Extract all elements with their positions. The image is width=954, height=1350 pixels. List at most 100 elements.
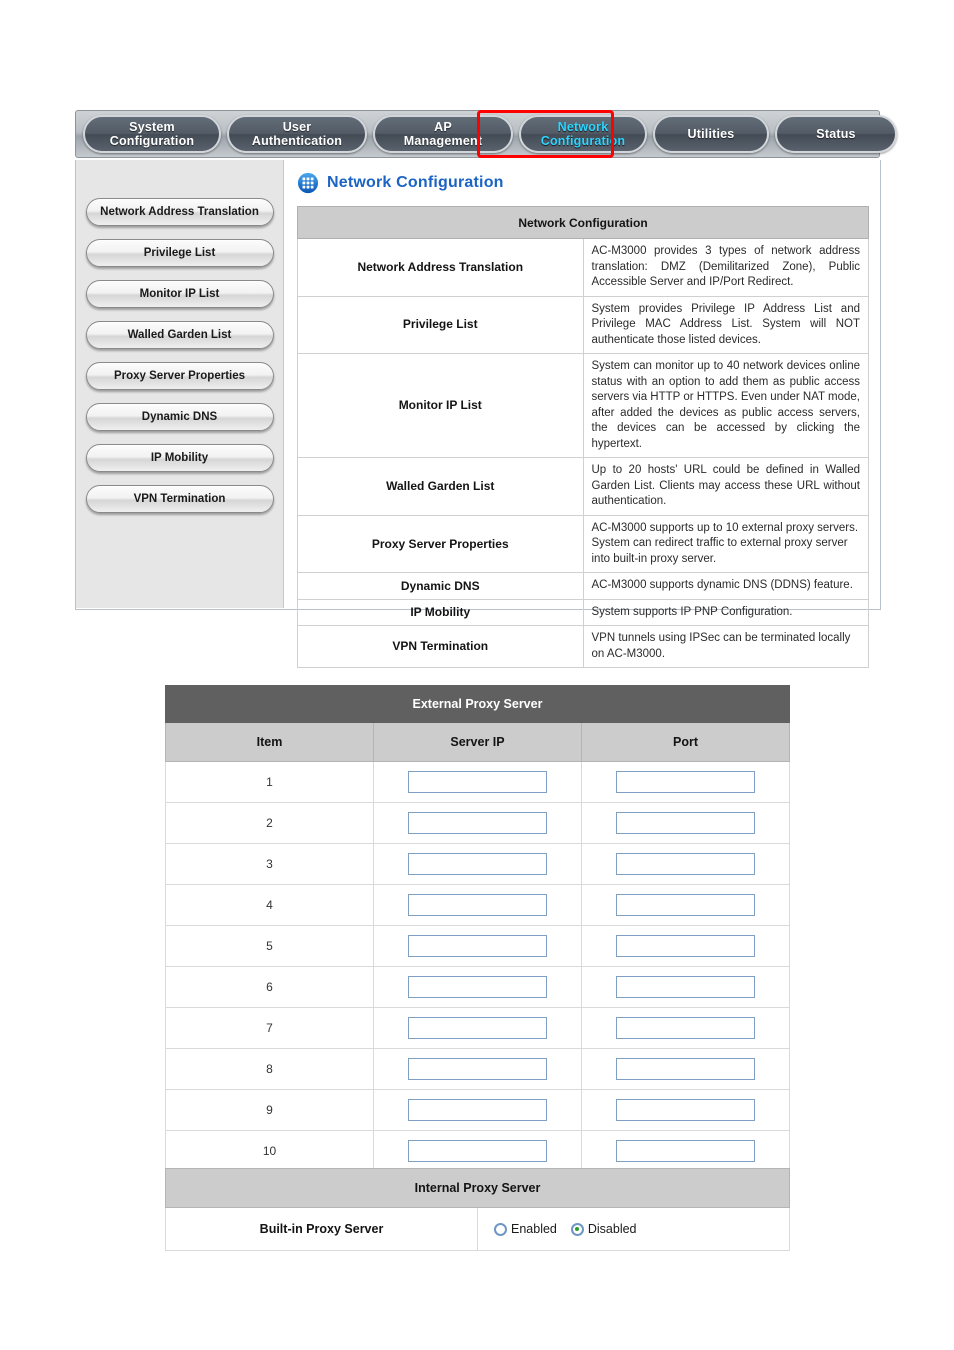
server-ip-input[interactable] xyxy=(408,1017,547,1039)
sidebar-item-vpn-termination[interactable]: VPN Termination xyxy=(85,485,274,513)
table-row: 4 xyxy=(165,884,790,926)
table-row: Monitor IP List System can monitor up to… xyxy=(297,353,869,459)
table-row: 3 xyxy=(165,843,790,885)
sidebar-item-ip-mobility[interactable]: IP Mobility xyxy=(85,444,274,472)
built-in-proxy-server-options: Enabled Disabled xyxy=(477,1207,790,1251)
column-header-server-ip: Server IP xyxy=(373,722,582,762)
server-ip-input[interactable] xyxy=(408,894,547,916)
server-ip-input[interactable] xyxy=(408,853,547,875)
row-index: 6 xyxy=(165,966,374,1008)
overview-term: IP Mobility xyxy=(297,598,584,627)
radio-disabled-label: Disabled xyxy=(587,1222,637,1236)
sidebar-item-label: Privilege List xyxy=(143,247,216,259)
overview-term: Walled Garden List xyxy=(297,457,584,516)
overview-table-caption: Network Configuration xyxy=(297,206,869,239)
nav-tab-user-authentication[interactable]: User Authentication xyxy=(227,115,367,153)
port-input[interactable] xyxy=(616,771,755,793)
port-input[interactable] xyxy=(616,1017,755,1039)
internal-proxy-server-section: Internal Proxy Server Built-in Proxy Ser… xyxy=(165,1168,790,1251)
server-ip-cell xyxy=(373,966,582,1008)
overview-description: System supports IP PNP Configuration. xyxy=(582,598,869,627)
nav-tab-utilities[interactable]: Utilities xyxy=(653,115,769,153)
nav-tab-network-configuration[interactable]: Network Configuration xyxy=(519,115,647,153)
sidebar-item-label: VPN Termination xyxy=(133,493,226,505)
port-cell xyxy=(581,843,790,885)
page-header: Network Configuration xyxy=(297,172,868,194)
row-index: 10 xyxy=(165,1130,374,1172)
server-ip-input[interactable] xyxy=(408,1140,547,1162)
port-input[interactable] xyxy=(616,935,755,957)
table-row: 2 xyxy=(165,802,790,844)
server-ip-cell xyxy=(373,1130,582,1172)
radio-group: Enabled Disabled xyxy=(494,1222,788,1236)
row-index: 3 xyxy=(165,843,374,885)
overview-term: Privilege List xyxy=(297,295,584,355)
sidebar-item-label: IP Mobility xyxy=(150,452,209,464)
internal-proxy-caption: Internal Proxy Server xyxy=(165,1168,790,1208)
port-input[interactable] xyxy=(616,976,755,998)
server-ip-input[interactable] xyxy=(408,812,547,834)
nav-tab-system-configuration[interactable]: System Configuration xyxy=(83,115,221,153)
sidebar-item-proxy-server-properties[interactable]: Proxy Server Properties xyxy=(85,362,274,390)
port-input[interactable] xyxy=(616,853,755,875)
sidebar-item-label: Dynamic DNS xyxy=(141,411,218,423)
overview-description: System can monitor up to 40 network devi… xyxy=(582,353,869,459)
port-cell xyxy=(581,1007,790,1049)
column-header-port: Port xyxy=(581,722,790,762)
nav-tab-label: System Configuration xyxy=(109,119,195,148)
server-ip-input[interactable] xyxy=(408,1058,547,1080)
row-index: 9 xyxy=(165,1089,374,1131)
network-configuration-overview-table: Network Configuration Network Address Tr… xyxy=(297,206,869,669)
overview-description: AC-M3000 supports dynamic DNS (DDNS) fea… xyxy=(582,572,869,600)
table-row: 8 xyxy=(165,1048,790,1090)
port-input[interactable] xyxy=(616,1099,755,1121)
row-index: 4 xyxy=(165,884,374,926)
table-row: 9 xyxy=(165,1089,790,1131)
server-ip-input[interactable] xyxy=(408,935,547,957)
port-cell xyxy=(581,1089,790,1131)
overview-term: Dynamic DNS xyxy=(297,572,584,600)
sidebar-item-dynamic-dns[interactable]: Dynamic DNS xyxy=(85,403,274,431)
internal-proxy-server-table: Internal Proxy Server Built-in Proxy Ser… xyxy=(165,1168,790,1251)
network-grid-icon xyxy=(297,172,319,194)
sidebar-item-monitor-ip-list[interactable]: Monitor IP List xyxy=(85,280,274,308)
row-index: 5 xyxy=(165,925,374,967)
nav-tab-label: Utilities xyxy=(687,126,735,141)
nav-tab-ap-management[interactable]: AP Management xyxy=(373,115,513,153)
nav-tab-label: AP Management xyxy=(403,119,483,148)
table-caption-row: Internal Proxy Server xyxy=(165,1168,790,1208)
page-title: Network Configuration xyxy=(327,174,504,191)
table-row: Dynamic DNS AC-M3000 supports dynamic DN… xyxy=(297,572,869,600)
radio-enabled-icon[interactable] xyxy=(494,1222,507,1236)
table-row: Walled Garden List Up to 20 hosts' URL c… xyxy=(297,457,869,516)
port-cell xyxy=(581,1130,790,1172)
server-ip-cell xyxy=(373,802,582,844)
row-index: 1 xyxy=(165,761,374,803)
port-cell xyxy=(581,1048,790,1090)
column-header-item: Item xyxy=(165,722,374,762)
port-cell xyxy=(581,761,790,803)
overview-term: VPN Termination xyxy=(297,625,584,669)
port-input[interactable] xyxy=(616,894,755,916)
port-cell xyxy=(581,966,790,1008)
table-row: 5 xyxy=(165,925,790,967)
sidebar-item-label: Monitor IP List xyxy=(139,288,220,300)
nav-tab-status[interactable]: Status xyxy=(775,115,897,153)
port-input[interactable] xyxy=(616,1140,755,1162)
radio-option-enabled[interactable]: Enabled xyxy=(494,1222,557,1236)
port-input[interactable] xyxy=(616,1058,755,1080)
server-ip-input[interactable] xyxy=(408,771,547,793)
content-area: Network Configuration Network Configurat… xyxy=(285,160,880,669)
sidebar-item-network-address-translation[interactable]: Network Address Translation xyxy=(85,198,274,226)
radio-option-disabled[interactable]: Disabled xyxy=(570,1222,637,1236)
sidebar-item-walled-garden-list[interactable]: Walled Garden List xyxy=(85,321,274,349)
row-index: 7 xyxy=(165,1007,374,1049)
port-input[interactable] xyxy=(616,812,755,834)
server-ip-input[interactable] xyxy=(408,1099,547,1121)
server-ip-input[interactable] xyxy=(408,976,547,998)
port-cell xyxy=(581,802,790,844)
table-row: 6 xyxy=(165,966,790,1008)
table-row: Privilege List System provides Privilege… xyxy=(297,295,869,355)
sidebar-item-privilege-list[interactable]: Privilege List xyxy=(85,239,274,267)
radio-disabled-icon[interactable] xyxy=(570,1222,584,1236)
